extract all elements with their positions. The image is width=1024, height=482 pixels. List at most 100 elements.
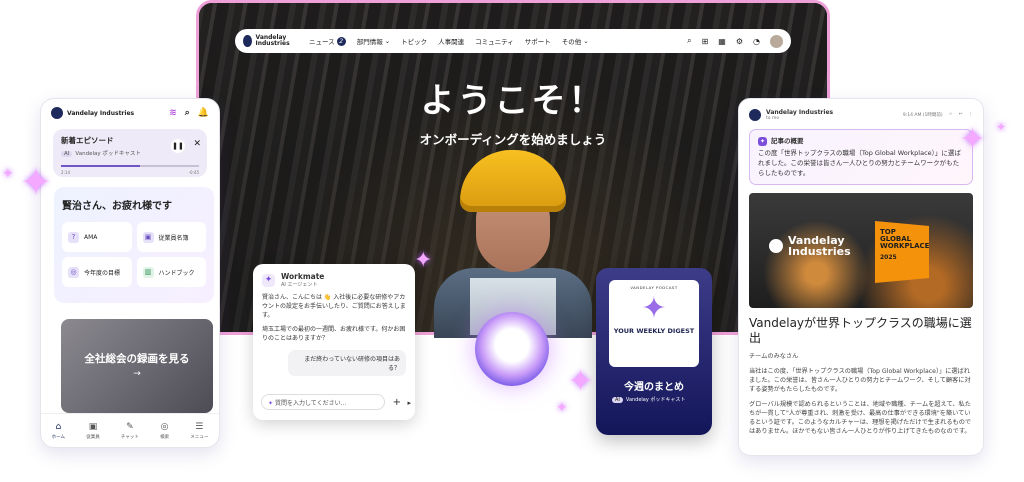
mobile-header: Vandelay Industries ≋ ⌕ 🔔 [41, 99, 219, 127]
quick-links: ? AMA ▣ 従業員名簿 ◎ 今年度の目標 ▥ ハンドブック [62, 222, 206, 287]
digest-cover-title: YOUR WEEKLY DIGEST [613, 327, 695, 335]
quick-link-directory[interactable]: ▣ 従業員名簿 [136, 222, 206, 252]
digest-cover: VANDELAY PODCAST ✦ YOUR WEEKLY DIGEST [609, 280, 699, 367]
article-body: チームのみなさん 当社はこの度、「世界トップクラスの職場（Top Global … [749, 352, 973, 436]
quick-link-label: 従業員名簿 [158, 234, 189, 242]
tab-home[interactable]: ⌂ ホーム [52, 422, 65, 440]
nav-item-community[interactable]: コミュニティ [475, 36, 514, 46]
nav-item-news[interactable]: ニュース 2 [309, 36, 346, 46]
quick-link-handbook[interactable]: ▥ ハンドブック [136, 257, 206, 287]
tab-employees[interactable]: ▣ 従業員 [86, 422, 100, 440]
article-paragraph: 当社はこの度、「世界トップクラスの職場（Top Global Workplace… [749, 368, 971, 393]
chat-icon: ✎ [126, 421, 134, 432]
sparkle-icon: ✦ [960, 122, 986, 157]
search-icon[interactable]: ⌕ [687, 36, 691, 46]
mobile-brand: Vandelay Industries [67, 109, 135, 117]
tab-label: チャット [120, 434, 139, 440]
employees-icon: ▣ [88, 421, 98, 432]
town-hall-video-card[interactable]: 全社総会の録画を見る → [61, 319, 213, 413]
input-placeholder: 質問を入力してください... [274, 400, 347, 407]
podcast-player[interactable]: 新着エピソード AI Vandelay ポッドキャスト ❚❚ ✕ 2:14 -0:4… [53, 129, 207, 177]
audio-wave-icon[interactable]: ≋ [169, 108, 177, 118]
news-article-email: Vandelay Industries to me 9:14 AM (1時間前) ☆… [738, 98, 984, 456]
greeting-text: 賢治さん、お疲れ様です [62, 201, 172, 212]
sparkle-icon: ✦ [556, 400, 568, 416]
agent-message: 賢治さん、こんにちは 👋 入社後に必要な研修やアカウントの設定をお手伝いしたり、… [262, 294, 406, 319]
nav-item-departments[interactable]: 部門情報 ⌄ [357, 36, 390, 46]
tab-chat[interactable]: ✎ チャット [121, 422, 139, 440]
chat-header: ✦ Workmate AI エージェント [262, 272, 406, 288]
hard-hat [460, 150, 566, 212]
pause-icon[interactable]: ❚❚ [171, 139, 185, 153]
ai-chip: AI [612, 397, 623, 403]
brand-logo[interactable]: Vandelay Industries [243, 35, 303, 47]
summary-icon: ✦ [758, 136, 767, 146]
more-icon[interactable]: ⋮ [969, 112, 974, 118]
weekly-digest-card[interactable]: VANDELAY PODCAST ✦ YOUR WEEKLY DIGEST 今週… [596, 268, 712, 435]
nav-tools: ⌕ ⊞ ▦ ⚙ ◔ [687, 34, 783, 48]
tab-menu[interactable]: ☰ メニュー [190, 422, 208, 440]
quick-link-goals[interactable]: ◎ 今年度の目標 [62, 257, 132, 287]
summary-label: 記事の概要 [771, 137, 804, 145]
hero-subtitle: オンボーディングを始めましょう [419, 132, 607, 147]
sparkle-icon: ✦ [641, 291, 667, 326]
notifications-icon[interactable]: ◔ [753, 37, 760, 46]
brand-name: Vandelay Industries [255, 34, 290, 47]
podcast-progress-bar[interactable] [61, 165, 199, 167]
nav-menu: ニュース 2 部門情報 ⌄ トピック 人事関連 コミュニティ サポート その他 ⌄ [309, 36, 589, 46]
chat-input[interactable]: ✦ 質問を入力してください... [261, 394, 385, 410]
add-attachment-icon[interactable]: + [393, 397, 401, 408]
ai-sparkle-orb-icon[interactable]: ✦ [475, 312, 549, 386]
arrow-right-icon: → [133, 369, 141, 379]
star-icon[interactable]: ☆ [949, 112, 953, 118]
award-year: 2025 [880, 254, 897, 261]
apps-grid-icon[interactable]: ▦ [718, 37, 726, 46]
summary-text: この度「世界トップクラスの職場（Top Global Workplace）」に選… [758, 149, 961, 177]
notification-bell-icon[interactable]: 🔔 [198, 108, 209, 118]
tab-label: 従業員 [86, 434, 100, 440]
quick-link-label: AMA [84, 233, 98, 241]
article-paragraph: グローバル規模で認められるということは、地域や職種、チームを超えて、私たちが一貫… [749, 401, 972, 435]
nav-item-support[interactable]: サポート [525, 36, 551, 46]
sparkle-icon: ✦ [2, 166, 14, 182]
tab-search[interactable]: ◎ 検索 [160, 422, 169, 440]
award-badge: TOP GLOBAL WORKPLACE 2025 [875, 221, 929, 283]
quick-link-ama[interactable]: ? AMA [62, 222, 132, 252]
sender-avatar [749, 109, 761, 121]
workmate-chat-card: ✦ Workmate AI エージェント 賢治さん、こんにちは 👋 入社後に必要な… [253, 264, 415, 420]
tab-label: 検索 [160, 434, 170, 440]
reply-icon[interactable]: ↩ [959, 112, 963, 118]
ai-chip: AI [61, 151, 73, 157]
chat-question-icon: ? [68, 231, 79, 243]
news-count-badge: 2 [336, 36, 346, 46]
menu-icon: ☰ [195, 421, 204, 432]
image-brand-text: Vandelay Industries [788, 234, 851, 258]
digest-source: AI Vandelay ポッドキャスト [612, 396, 685, 403]
book-icon: ▥ [142, 266, 154, 278]
add-icon[interactable]: ⊞ [702, 37, 709, 46]
nav-item-more[interactable]: その他 ⌄ [562, 36, 589, 46]
target-icon: ◎ [68, 266, 79, 278]
hero-title: ようこそ！ [420, 81, 606, 121]
top-navigation: Vandelay Industries ニュース 2 部門情報 ⌄ トピック 人事関… [235, 29, 791, 53]
article-image: Vandelay Industries TOP GLOBAL WORKPLACE… [749, 193, 973, 308]
contacts-icon: ▣ [142, 231, 154, 243]
worker-photo [434, 150, 592, 338]
voice-input-icon[interactable]: ▸ [407, 399, 411, 407]
agent-name: Workmate [281, 272, 325, 281]
salutation: チームのみなさん [749, 353, 799, 360]
video-title: 全社総会の録画を見る [84, 353, 190, 365]
nav-item-hr[interactable]: 人事関連 [438, 36, 464, 46]
quick-link-label: 今年度の目標 [84, 269, 121, 277]
sender-name: Vandelay Industries [766, 109, 834, 116]
user-avatar[interactable] [770, 34, 783, 48]
sparkle-icon: ✦ [20, 160, 52, 204]
podcast-channel: Vandelay ポッドキャスト [75, 151, 141, 157]
tab-label: ホーム [51, 434, 65, 440]
settings-icon[interactable]: ⚙ [736, 37, 743, 46]
close-icon[interactable]: ✕ [193, 139, 201, 149]
search-icon[interactable]: ⌕ [185, 108, 190, 118]
nav-item-topics[interactable]: トピック [401, 36, 427, 46]
user-message: まだ終わっていない研修の項目はある？ [288, 350, 406, 376]
greeting-card: 賢治さん、お疲れ様です ? AMA ▣ 従業員名簿 ◎ 今年度の目標 ▥ ハンドブック [54, 187, 214, 303]
